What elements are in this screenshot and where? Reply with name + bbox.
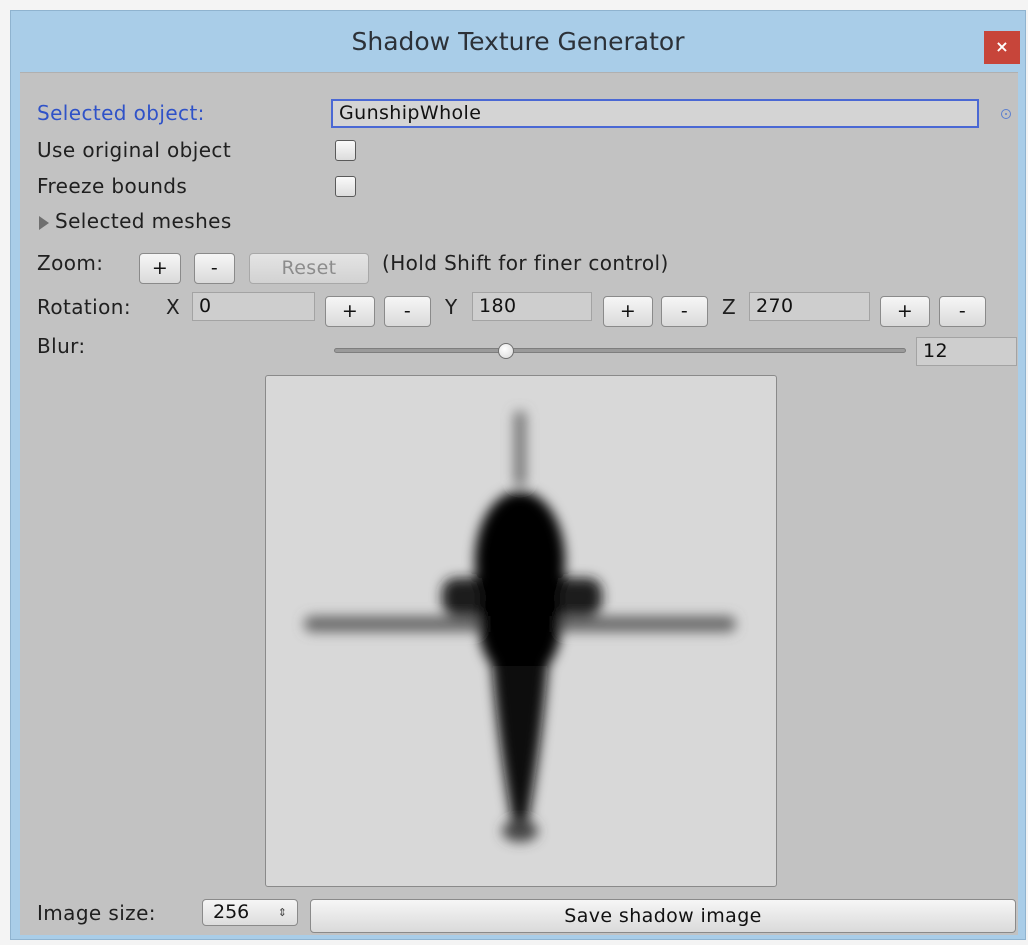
inspector-panel: Selected object: GunshipWhole Use origin…: [20, 72, 1018, 935]
rotation-z-field[interactable]: 270: [749, 292, 870, 321]
blur-value-field[interactable]: 12: [916, 337, 1017, 366]
object-picker-icon[interactable]: [1001, 109, 1011, 119]
rotation-x-plus-button[interactable]: +: [325, 296, 375, 327]
rotation-y-plus-button[interactable]: +: [603, 296, 653, 327]
save-shadow-image-button[interactable]: Save shadow image: [310, 899, 1016, 933]
title-bar[interactable]: Shadow Texture Generator ×: [11, 11, 1025, 73]
image-size-dropdown[interactable]: 256 ⇕: [202, 899, 298, 926]
rotation-x-minus-button[interactable]: -: [384, 296, 431, 327]
rotation-label: Rotation:: [37, 295, 131, 319]
freeze-bounds-checkbox[interactable]: [335, 176, 356, 197]
rotation-y-field[interactable]: 180: [472, 292, 592, 321]
blur-label: Blur:: [37, 334, 86, 358]
rotation-x-field[interactable]: 0: [192, 292, 315, 321]
rotation-z-plus-button[interactable]: +: [880, 296, 930, 327]
shadow-image: [304, 411, 736, 842]
freeze-bounds-label: Freeze bounds: [37, 174, 188, 198]
zoom-out-button[interactable]: -: [194, 253, 235, 284]
blur-slider-thumb[interactable]: [497, 343, 514, 359]
close-button[interactable]: ×: [984, 31, 1020, 64]
zoom-reset-button[interactable]: Reset: [249, 253, 369, 284]
rotation-x-label: X: [166, 295, 181, 319]
rotation-y-label: Y: [445, 295, 458, 319]
selected-object-field[interactable]: GunshipWhole: [331, 99, 979, 128]
foldout-arrow-icon: [39, 216, 49, 230]
blur-slider-track[interactable]: [334, 348, 906, 353]
window-title: Shadow Texture Generator: [351, 27, 685, 56]
zoom-hint: (Hold Shift for finer control): [382, 251, 669, 275]
dropdown-arrows-icon: ⇕: [277, 906, 287, 919]
selected-meshes-label: Selected meshes: [55, 209, 232, 233]
image-size-value: 256: [213, 901, 250, 923]
rotation-y-minus-button[interactable]: -: [661, 296, 708, 327]
selected-object-label: Selected object:: [37, 101, 205, 125]
zoom-label: Zoom:: [37, 251, 104, 275]
zoom-in-button[interactable]: +: [139, 253, 181, 284]
use-original-label: Use original object: [37, 138, 232, 162]
rotation-z-minus-button[interactable]: -: [939, 296, 986, 327]
shadow-preview: [265, 375, 777, 887]
rotation-z-label: Z: [722, 295, 737, 319]
use-original-checkbox[interactable]: [335, 140, 356, 161]
generator-window: Shadow Texture Generator × Selected obje…: [10, 10, 1026, 940]
image-size-label: Image size:: [37, 901, 156, 925]
